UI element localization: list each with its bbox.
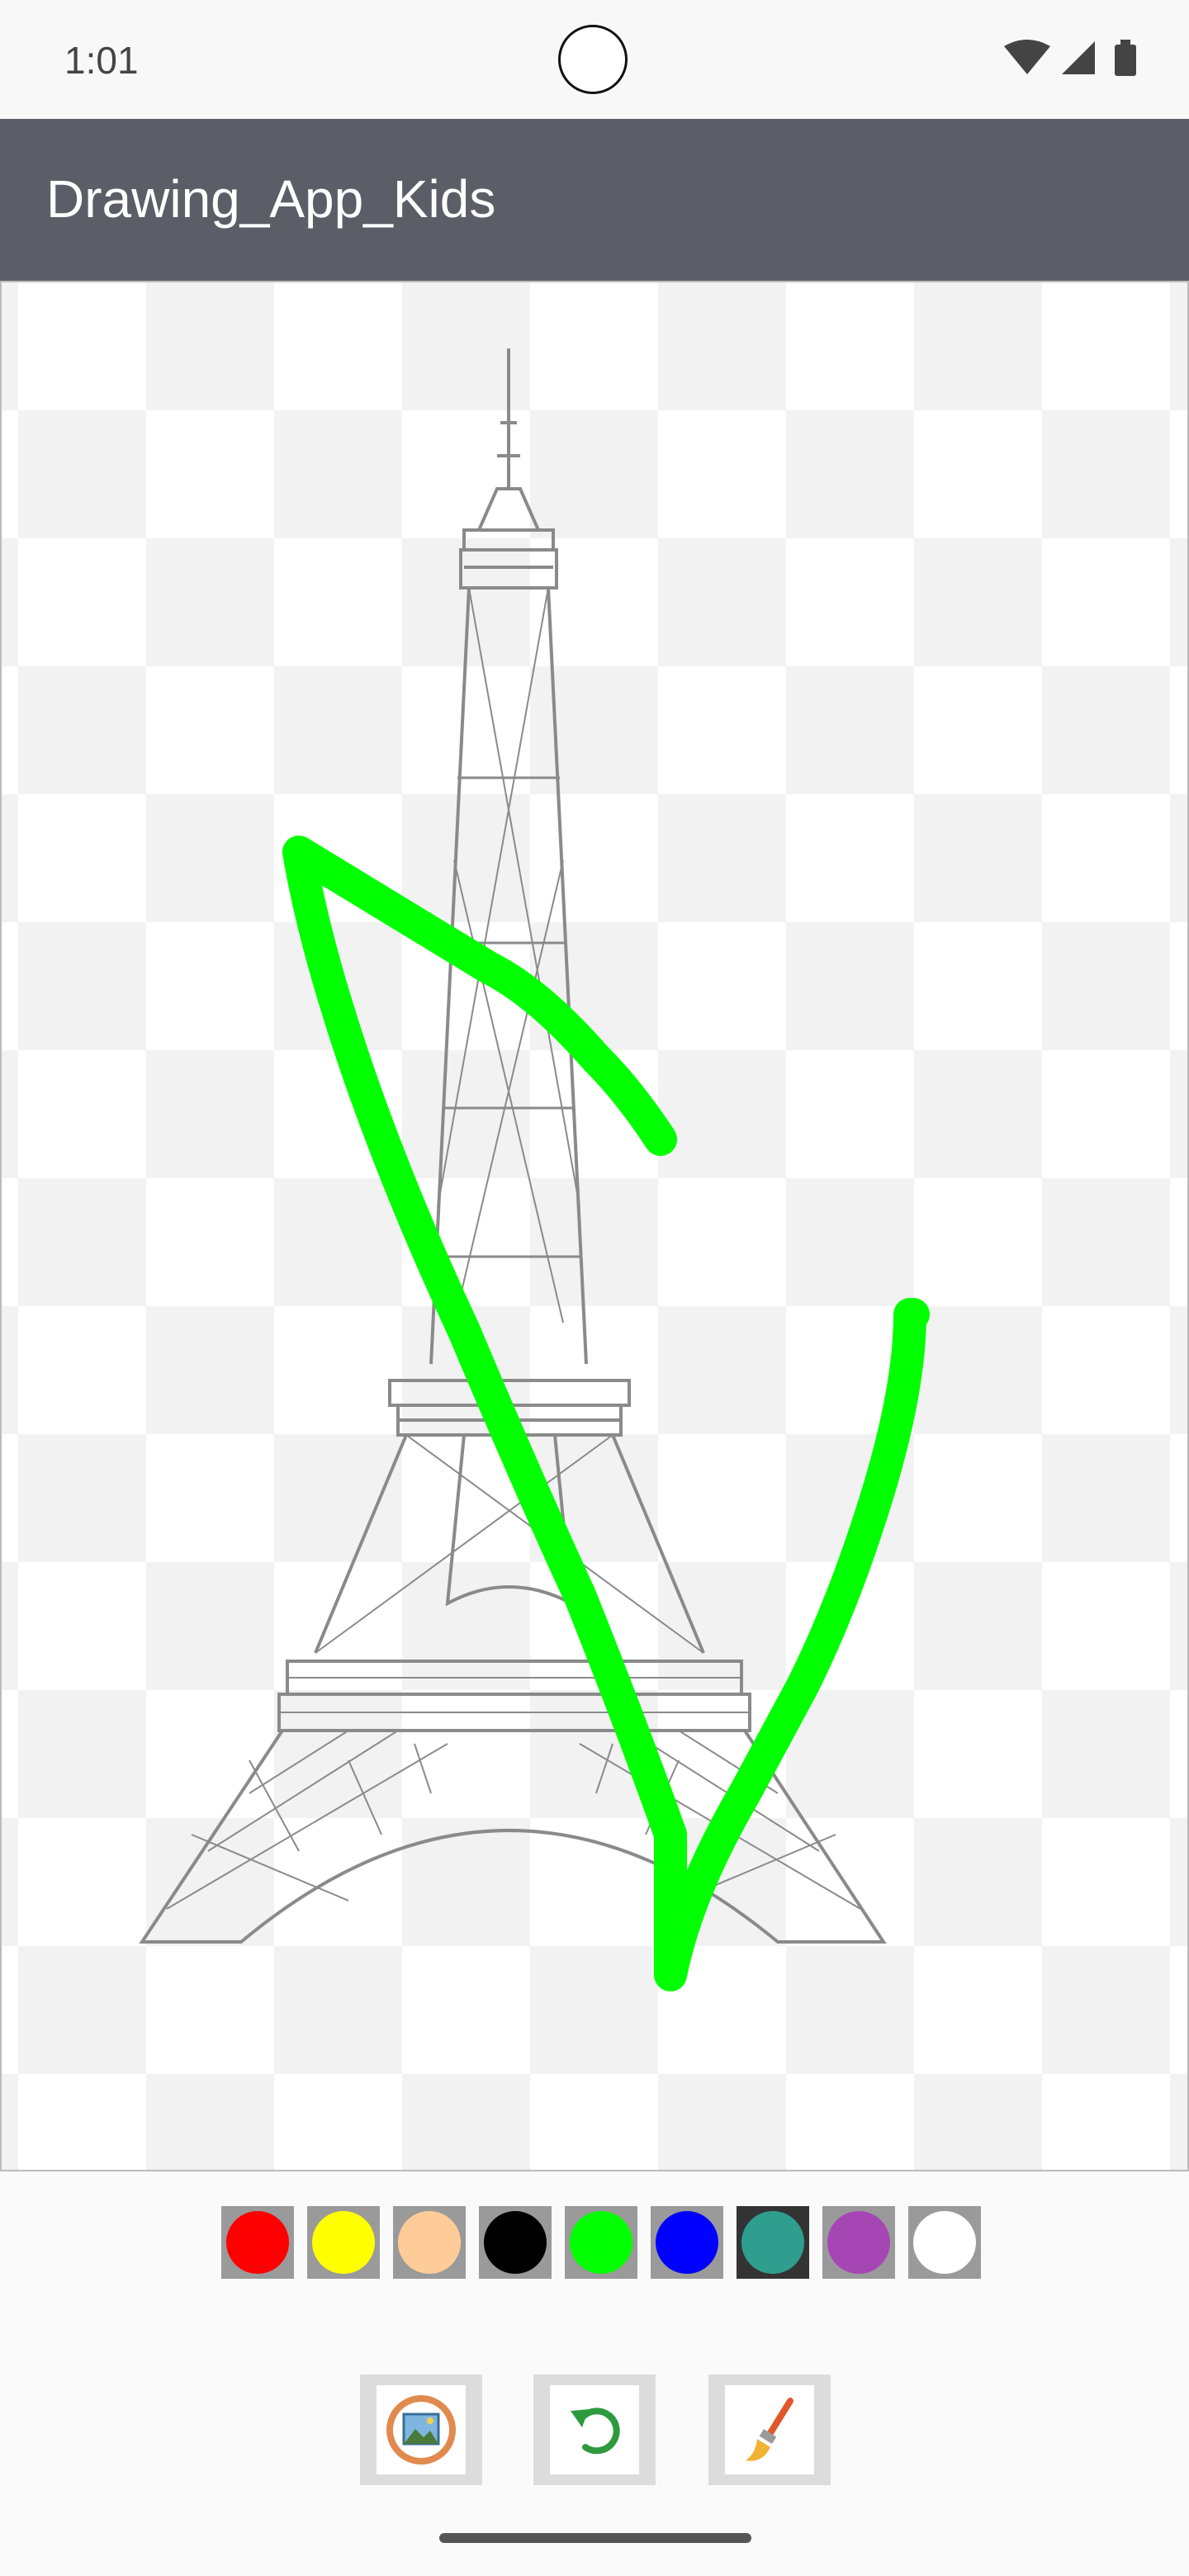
gallery-button-face [377,2385,466,2474]
swatch-dot [656,2211,718,2274]
swatch-dot [312,2211,375,2274]
canvas-drawing [139,348,930,1991]
toolbar [360,2375,831,2487]
swatch-dot [398,2211,461,2274]
app-screen: 1:01 Drawing_App_Kids [0,0,1189,2576]
brush-button-face [725,2385,814,2474]
swatch-yellow[interactable] [307,2206,380,2279]
swatch-dot [226,2211,289,2274]
status-time: 1:01 [64,39,139,82]
paint-brush-icon [746,2398,793,2461]
status-bar: 1:01 [0,0,1189,119]
wifi-icon [1004,40,1050,74]
swatch-red[interactable] [221,2206,294,2279]
swatch-skin[interactable] [393,2206,466,2279]
image-gallery-icon [386,2395,456,2465]
swatch-blue[interactable] [651,2206,723,2279]
swatch-green[interactable] [565,2206,637,2279]
swatch-dot [484,2211,547,2274]
navigation-handle[interactable] [439,2533,751,2543]
undo-button[interactable] [533,2375,656,2485]
swatch-teal[interactable] [737,2206,809,2279]
battery-icon [1115,40,1136,76]
swatch-dot [913,2211,976,2274]
swatch-dot [741,2211,804,2274]
status-icons [1004,40,1136,76]
swatch-dot [570,2211,632,2274]
undo-button-face [550,2385,639,2474]
gallery-button[interactable] [360,2375,482,2485]
brush-button[interactable] [708,2375,831,2485]
app-title: Drawing_App_Kids [46,169,496,229]
drawing-canvas[interactable] [0,281,1189,2171]
app-bar: Drawing_App_Kids [0,119,1189,281]
eiffel-tower-image [139,348,887,1944]
swatch-purple[interactable] [822,2206,895,2279]
color-palette [221,2206,981,2280]
swatch-dot [827,2211,890,2274]
swatch-white[interactable] [908,2206,981,2279]
swatch-black[interactable] [479,2206,552,2279]
camera-cutout [558,25,628,94]
cell-signal-icon [1062,41,1095,74]
undo-icon [571,2408,620,2455]
user-stroke [282,836,930,1991]
